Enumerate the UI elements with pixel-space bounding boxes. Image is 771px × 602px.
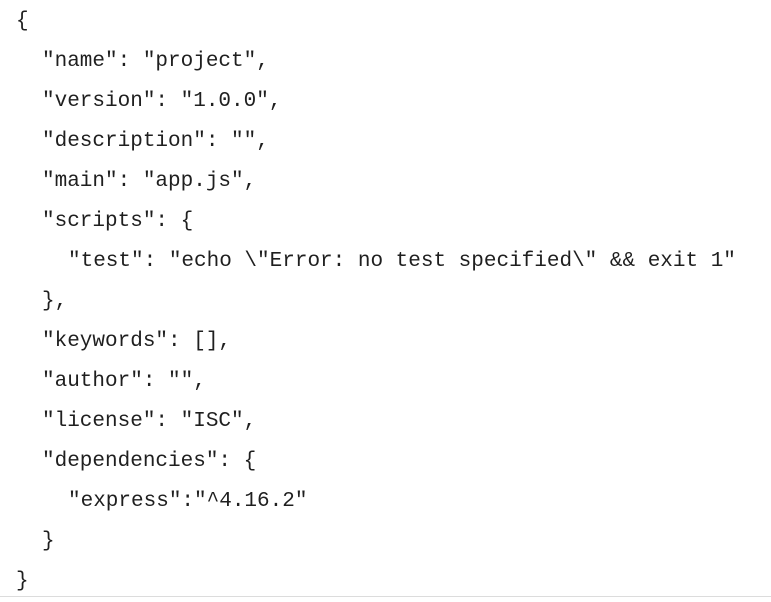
- code-line-dependencies-close: }: [42, 530, 55, 553]
- code-line-description: "description": "",: [42, 130, 269, 153]
- code-line-version: "version": "1.0.0",: [42, 90, 282, 113]
- code-line-open-brace: {: [16, 10, 29, 33]
- code-block: { "name": "project", "version": "1.0.0",…: [0, 0, 771, 597]
- code-line-keywords: "keywords": [],: [42, 330, 232, 353]
- code-line-license: "license": "ISC",: [42, 410, 257, 433]
- code-line-main: "main": "app.js",: [42, 170, 257, 193]
- code-line-name: "name": "project",: [42, 50, 269, 73]
- code-line-express: "express":"^4.16.2": [68, 490, 308, 513]
- code-line-author: "author": "",: [42, 370, 206, 393]
- code-line-test-script: "test": "echo \"Error: no test specified…: [68, 250, 736, 273]
- code-line-close-brace: }: [16, 570, 29, 593]
- code-line-scripts-close: },: [42, 290, 68, 313]
- code-line-dependencies: "dependencies": {: [42, 450, 257, 473]
- code-line-scripts: "scripts": {: [42, 210, 194, 233]
